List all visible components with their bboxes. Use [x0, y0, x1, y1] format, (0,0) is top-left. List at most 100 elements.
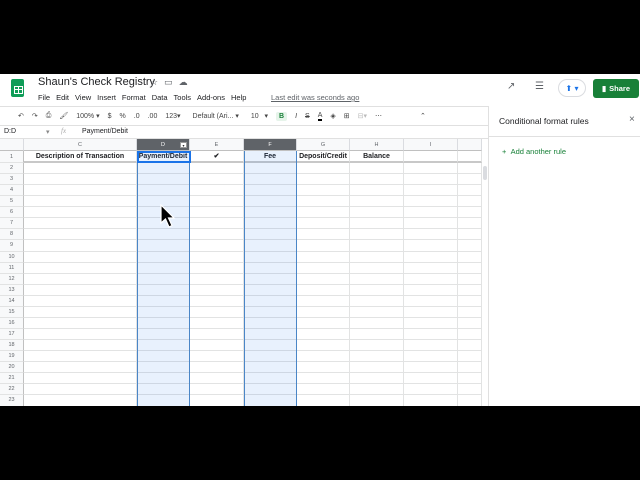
italic-button[interactable]: I	[295, 113, 297, 120]
name-box[interactable]: D:D	[4, 128, 16, 135]
cell[interactable]	[404, 229, 458, 241]
share-button[interactable]: ▮ Share	[593, 79, 639, 98]
cell[interactable]	[350, 273, 404, 285]
last-edit-link[interactable]: Last edit was seconds ago	[271, 93, 359, 102]
cell[interactable]	[404, 373, 458, 385]
cell[interactable]	[350, 329, 404, 341]
cell[interactable]	[24, 185, 137, 197]
cell[interactable]	[297, 384, 350, 396]
cell[interactable]	[190, 240, 244, 252]
cell[interactable]	[24, 284, 137, 296]
cell[interactable]	[350, 251, 404, 263]
column-header-G[interactable]: G	[297, 139, 350, 151]
cell[interactable]	[458, 384, 482, 396]
cell[interactable]	[190, 262, 244, 274]
font-select[interactable]: Default (Ari... ▾	[193, 112, 239, 120]
zoom-select[interactable]: 100% ▾	[76, 112, 99, 120]
menu-edit[interactable]: Edit	[56, 93, 69, 102]
cell[interactable]	[404, 284, 458, 296]
row-header-16[interactable]: 16	[0, 317, 24, 330]
column-header-I[interactable]: I	[404, 139, 458, 151]
row-header-2[interactable]: 2	[0, 163, 24, 175]
fill-color-icon[interactable]: ◈	[330, 112, 335, 120]
paint-format-icon[interactable]: 🖌	[59, 112, 68, 120]
cell[interactable]	[297, 317, 350, 330]
cell[interactable]	[24, 273, 137, 285]
cell[interactable]	[404, 295, 458, 307]
cell[interactable]	[404, 306, 458, 318]
cell[interactable]	[458, 329, 482, 341]
row-header-6[interactable]: 6	[0, 207, 24, 219]
cell[interactable]	[404, 395, 458, 406]
cell[interactable]	[297, 218, 350, 230]
menu-data[interactable]: Data	[152, 93, 168, 102]
cell[interactable]	[404, 207, 458, 219]
cell[interactable]	[350, 295, 404, 307]
cell[interactable]	[24, 229, 137, 241]
cell[interactable]	[297, 273, 350, 285]
cell[interactable]	[458, 395, 482, 406]
cell[interactable]	[24, 240, 137, 252]
cell[interactable]	[404, 362, 458, 374]
cell[interactable]	[24, 351, 137, 363]
name-box-dropdown-icon[interactable]: ▾	[46, 128, 50, 136]
cell[interactable]	[404, 163, 458, 175]
cell[interactable]	[404, 218, 458, 230]
cell[interactable]	[190, 163, 244, 175]
cell[interactable]	[190, 185, 244, 197]
cell[interactable]	[190, 351, 244, 363]
row-header-18[interactable]: 18	[0, 340, 24, 352]
cell[interactable]	[297, 196, 350, 208]
percent-button[interactable]: %	[120, 113, 126, 120]
row-header-8[interactable]: 8	[0, 229, 24, 241]
cell[interactable]	[24, 251, 137, 263]
cell[interactable]	[190, 373, 244, 385]
row-header-10[interactable]: 10	[0, 251, 24, 263]
cloud-status-icon[interactable]: ☁	[179, 77, 194, 87]
cell[interactable]	[404, 185, 458, 197]
cell[interactable]	[190, 317, 244, 330]
menu-format[interactable]: Format	[122, 93, 146, 102]
header-cell-I[interactable]	[404, 151, 458, 163]
cell[interactable]	[458, 185, 482, 197]
row-header-20[interactable]: 20	[0, 362, 24, 374]
present-button[interactable]: ⬆ ▾	[558, 79, 586, 97]
cell[interactable]	[350, 317, 404, 330]
cell[interactable]	[297, 229, 350, 241]
row-header-13[interactable]: 13	[0, 284, 24, 296]
cell[interactable]	[458, 295, 482, 307]
header-cell-H[interactable]: Balance	[350, 151, 404, 163]
cell[interactable]	[24, 295, 137, 307]
cell[interactable]	[190, 251, 244, 263]
redo-icon[interactable]: ↷	[32, 112, 38, 120]
borders-icon[interactable]: ⊞	[344, 112, 350, 120]
header-cell-C[interactable]: Description of Transaction	[24, 151, 137, 163]
cell[interactable]	[404, 251, 458, 263]
row-header-12[interactable]: 12	[0, 273, 24, 285]
cell[interactable]	[458, 317, 482, 330]
cell[interactable]	[297, 362, 350, 374]
header-cell-E[interactable]: ✔	[190, 151, 244, 163]
select-all-corner[interactable]	[0, 139, 24, 151]
row-header-11[interactable]: 11	[0, 262, 24, 274]
cell[interactable]	[297, 340, 350, 352]
cell[interactable]	[190, 362, 244, 374]
cell[interactable]	[24, 306, 137, 318]
star-icon[interactable]: ☆	[150, 77, 164, 87]
more-button[interactable]: ⋯	[375, 112, 382, 120]
column-header-C[interactable]: C	[24, 139, 137, 151]
cell[interactable]	[24, 373, 137, 385]
cell[interactable]	[350, 174, 404, 186]
header-cell-G[interactable]: Deposit/Credit	[297, 151, 350, 163]
cell[interactable]	[297, 185, 350, 197]
activity-icon[interactable]: ↗	[507, 81, 515, 92]
currency-button[interactable]: $	[108, 113, 112, 120]
collapse-icon[interactable]: ⌃	[420, 112, 426, 120]
cell[interactable]	[190, 284, 244, 296]
cell[interactable]	[350, 340, 404, 352]
cell[interactable]	[404, 351, 458, 363]
cell[interactable]	[24, 317, 137, 330]
row-header-19[interactable]: 19	[0, 351, 24, 363]
cell[interactable]	[24, 340, 137, 352]
cell[interactable]	[458, 251, 482, 263]
